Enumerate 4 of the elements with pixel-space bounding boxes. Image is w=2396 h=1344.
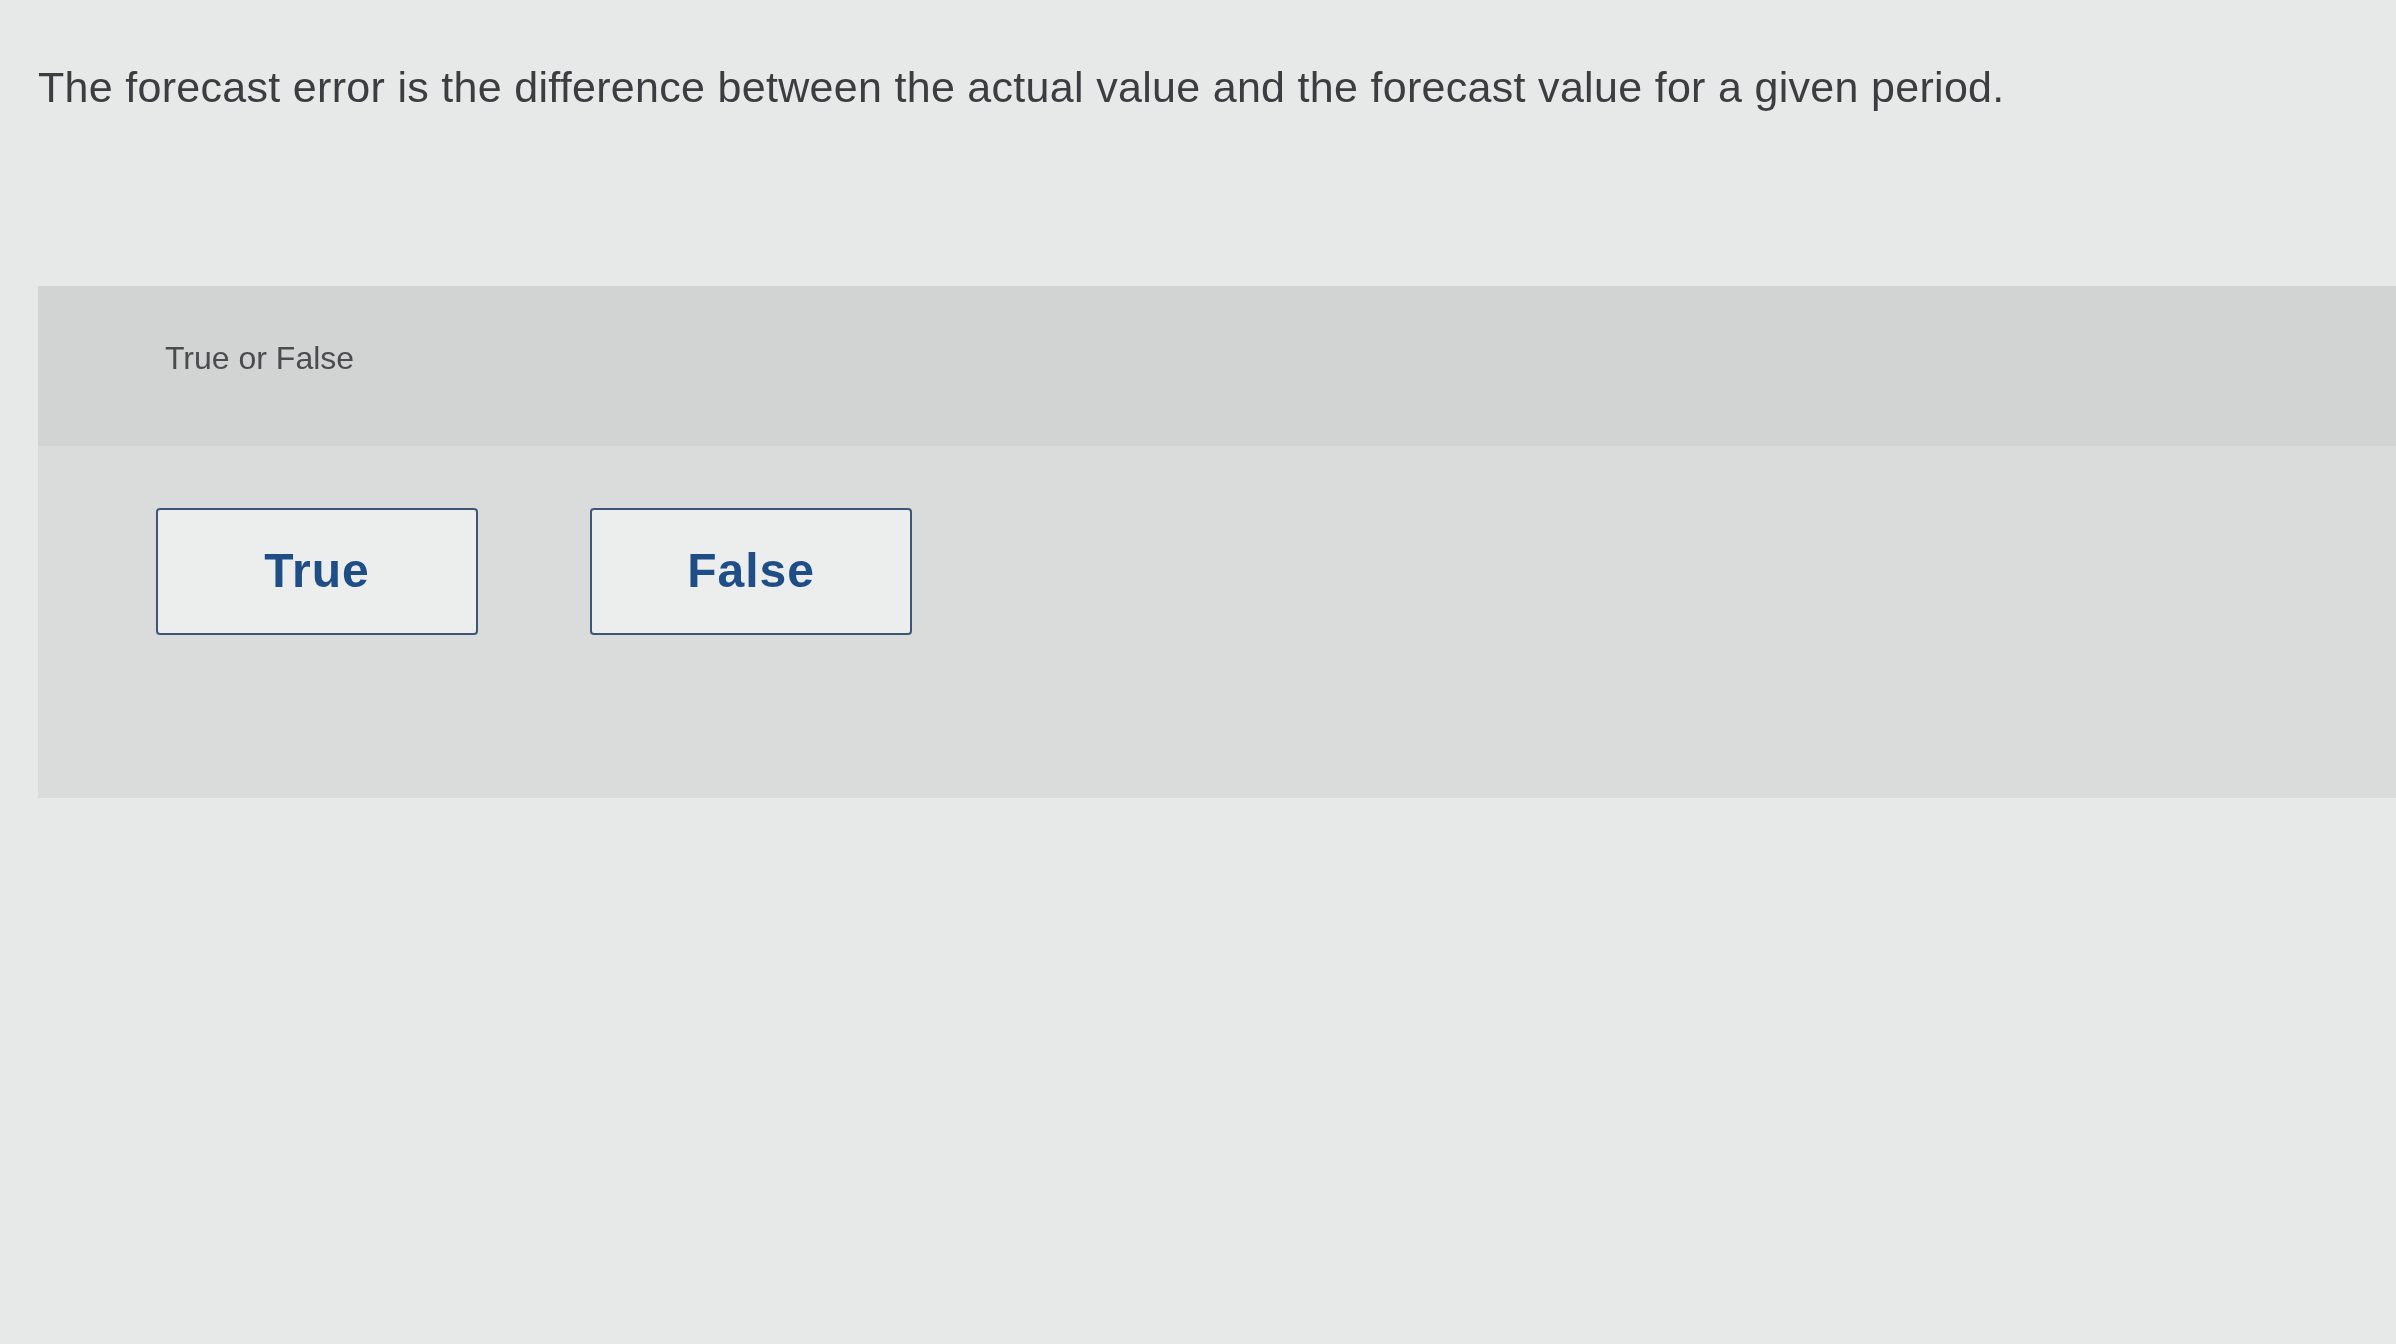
answer-option-button[interactable]: False [590, 507, 912, 635]
answer-option-button[interactable]: True [156, 507, 478, 635]
question-text: The forecast error is the difference between the actual value and the forecast value for a given period. [38, 62, 2006, 113]
prompt-text: True or False [165, 339, 355, 376]
